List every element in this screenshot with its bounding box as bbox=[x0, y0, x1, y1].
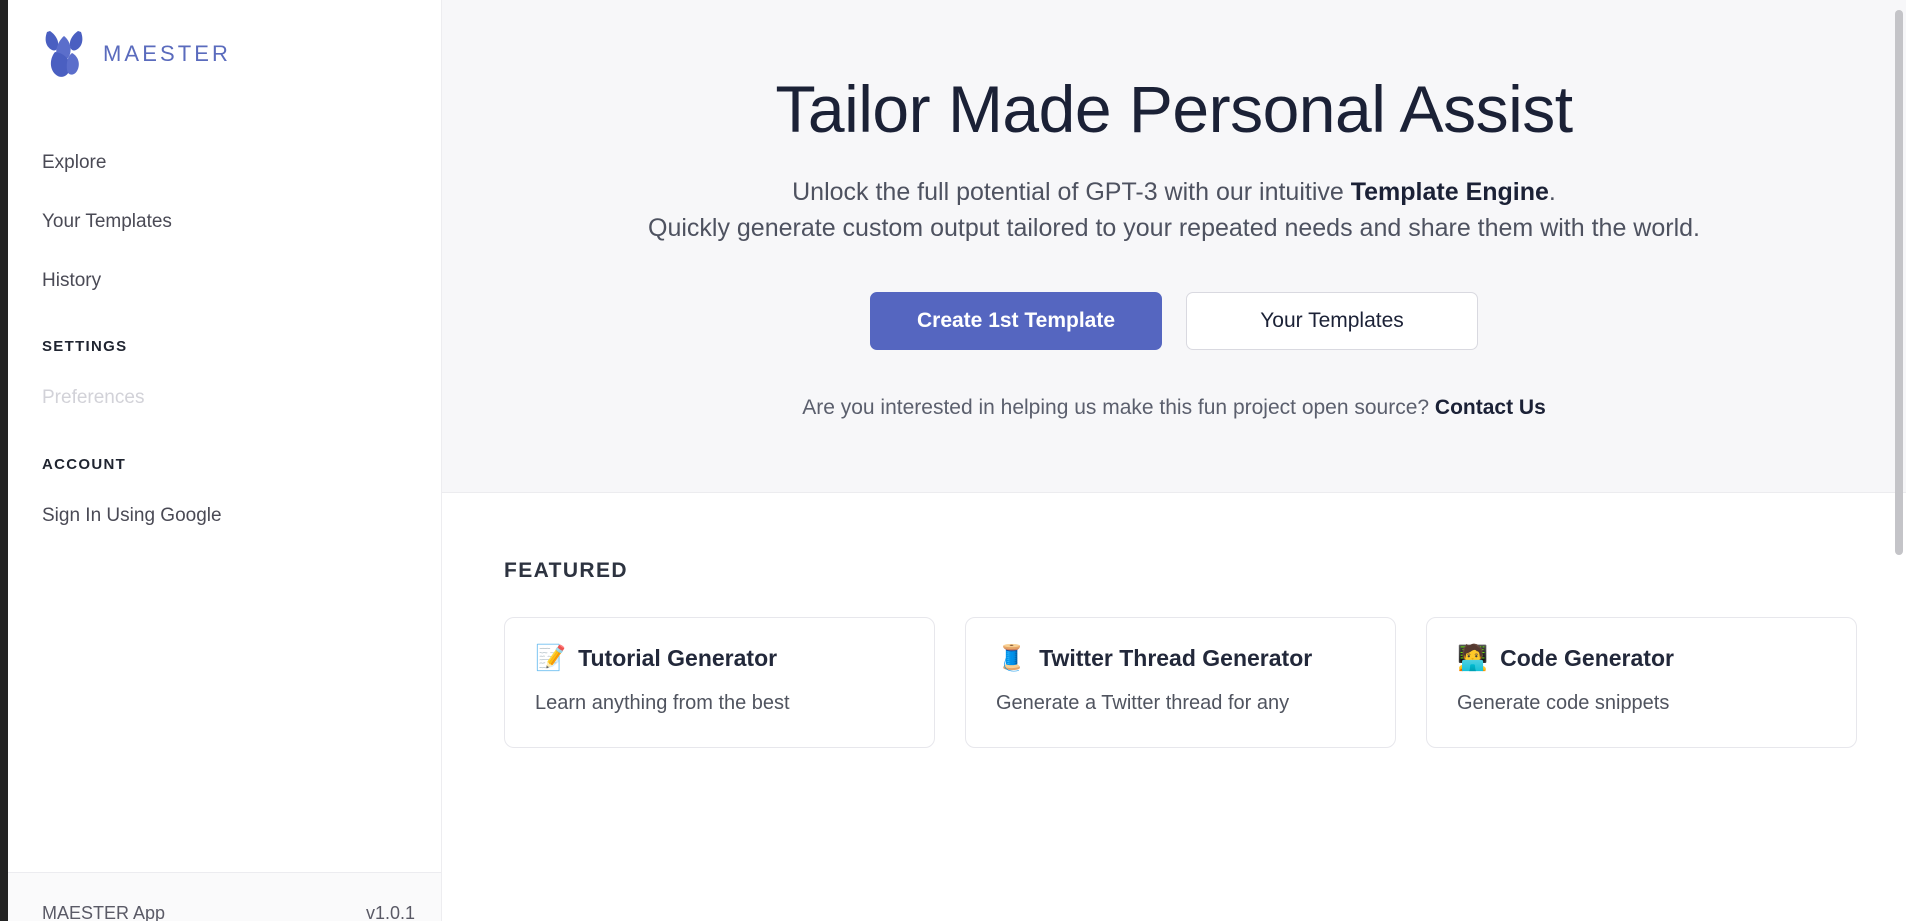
card-header: 🧵 Twitter Thread Generator bbox=[996, 645, 1365, 672]
featured-card[interactable]: 📝 Tutorial Generator Learn anything from… bbox=[504, 617, 935, 749]
sidebar-item-history[interactable]: History bbox=[42, 260, 441, 303]
sidebar-group-account: ACCOUNT Sign In Using Google bbox=[8, 456, 441, 538]
featured-card[interactable]: 🧑‍💻 Code Generator Generate code snippet… bbox=[1426, 617, 1857, 749]
footer-app-label: MAESTER App bbox=[42, 902, 166, 921]
card-description: Learn anything from the best bbox=[535, 692, 790, 715]
page-title: Tailor Made Personal Assist bbox=[775, 72, 1573, 146]
footer-version: v1.0.1 bbox=[365, 902, 415, 921]
open-source-note-text: Are you interested in helping us make th… bbox=[802, 396, 1435, 420]
brand-name: MAESTER bbox=[103, 41, 232, 66]
sidebar-item-explore[interactable]: Explore bbox=[42, 142, 441, 185]
hero-subtitle-line1-pre: Unlock the full potential of GPT-3 with … bbox=[792, 178, 1351, 207]
thread-spool-icon: 🧵 bbox=[996, 644, 1028, 673]
featured-card[interactable]: 🧵 Twitter Thread Generator Generate a Tw… bbox=[965, 617, 1396, 749]
sidebar-item-sign-in-using-google[interactable]: Sign In Using Google bbox=[42, 495, 441, 538]
sidebar-item-preferences: Preferences bbox=[42, 387, 145, 409]
card-title: Twitter Thread Generator bbox=[1039, 645, 1313, 672]
hero-subtitle-line1-post: . bbox=[1548, 178, 1556, 207]
your-templates-button[interactable]: Your Templates bbox=[1186, 292, 1478, 351]
hero-section: Tailor Made Personal Assist Unlock the f… bbox=[442, 0, 1906, 494]
open-source-note: Are you interested in helping us make th… bbox=[482, 396, 1866, 420]
sidebar-nav: Explore Your Templates History bbox=[8, 142, 441, 302]
sidebar-footer: MAESTER App v1.0.1 bbox=[8, 872, 441, 921]
hero-subtitle: Unlock the full potential of GPT-3 with … bbox=[569, 175, 1779, 246]
main-content: Tailor Made Personal Assist Unlock the f… bbox=[442, 0, 1906, 921]
sidebar-item-your-templates[interactable]: Your Templates bbox=[42, 201, 441, 244]
hero-subtitle-line2: Quickly generate custom output tailored … bbox=[648, 213, 1700, 242]
card-title: Tutorial Generator bbox=[578, 645, 778, 672]
card-description: Generate a Twitter thread for any bbox=[996, 692, 1290, 715]
create-first-template-button[interactable]: Create 1st Template bbox=[870, 292, 1162, 351]
card-description: Generate code snippets bbox=[1457, 692, 1670, 715]
card-header: 🧑‍💻 Code Generator bbox=[1457, 645, 1826, 672]
sidebar-group-title-account: ACCOUNT bbox=[42, 456, 127, 474]
page-with-pen-icon: 📝 bbox=[535, 644, 567, 673]
vertical-scrollbar[interactable] bbox=[1892, 0, 1906, 921]
card-header: 📝 Tutorial Generator bbox=[535, 645, 904, 672]
sidebar-group-title-settings: SETTINGS bbox=[42, 338, 128, 356]
hero-actions: Create 1st Template Your Templates bbox=[482, 292, 1866, 351]
featured-card-row: 📝 Tutorial Generator Learn anything from… bbox=[442, 617, 1906, 749]
maester-flower-logo-icon bbox=[41, 28, 87, 80]
sidebar-group-settings: SETTINGS Preferences bbox=[8, 338, 441, 420]
window-edge bbox=[0, 0, 8, 921]
sidebar: MAESTER Explore Your Templates History S… bbox=[0, 0, 442, 921]
contact-us-link[interactable]: Contact Us bbox=[1435, 396, 1546, 419]
brand[interactable]: MAESTER bbox=[8, 0, 441, 80]
card-title: Code Generator bbox=[1500, 645, 1674, 672]
hero-subtitle-highlight: Template Engine bbox=[1350, 178, 1549, 207]
app-root: MAESTER Explore Your Templates History S… bbox=[0, 0, 1906, 921]
featured-heading: FEATURED bbox=[504, 559, 628, 583]
technologist-icon: 🧑‍💻 bbox=[1457, 644, 1489, 673]
featured-section: FEATURED 📝 Tutorial Generator Learn anyt… bbox=[442, 493, 1906, 749]
scrollbar-thumb[interactable] bbox=[1895, 10, 1903, 555]
